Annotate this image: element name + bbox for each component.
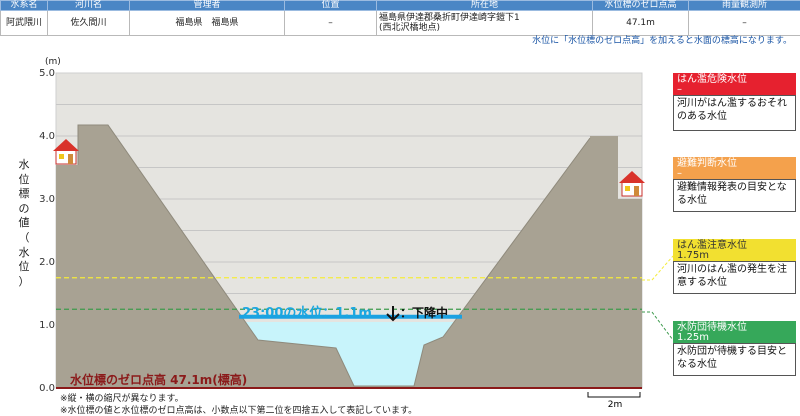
water-level-label: 23:00の水位：1.1m bbox=[242, 305, 372, 321]
trend-label: ：下降中 bbox=[400, 305, 448, 320]
footnote-rounding: ※水位標の値と水位標のゼロ点高は、小数点以下第二位を四捨五入して表記しています。 bbox=[60, 403, 417, 416]
level-desc-hanran-kiken: 河川がはん濫するおそれのある水位 bbox=[673, 95, 796, 131]
level-title-hanran-chui: はん濫注意水位1.75m bbox=[673, 239, 796, 261]
leader-line-hanran-chui bbox=[642, 256, 673, 280]
leader-line-suibodan-taiki bbox=[642, 312, 673, 340]
zero-height-label: 水位標のゼロ点高 47.1m(標高) bbox=[70, 372, 247, 387]
scale-label: 2m bbox=[600, 400, 630, 410]
level-title-hinan-handan: 避難判断水位– bbox=[673, 157, 796, 179]
level-desc-suibodan-taiki: 水防団が待機する目安となる水位 bbox=[673, 343, 796, 376]
scale-bar bbox=[588, 392, 640, 397]
level-title-hanran-kiken: はん濫危険水位– bbox=[673, 73, 796, 95]
level-desc-hinan-handan: 避難情報発表の目安となる水位 bbox=[673, 179, 796, 212]
level-desc-hanran-chui: 河川のはん濫の発生を注意する水位 bbox=[673, 261, 796, 294]
level-title-suibodan-taiki: 水防団待機水位1.25m bbox=[673, 321, 796, 343]
